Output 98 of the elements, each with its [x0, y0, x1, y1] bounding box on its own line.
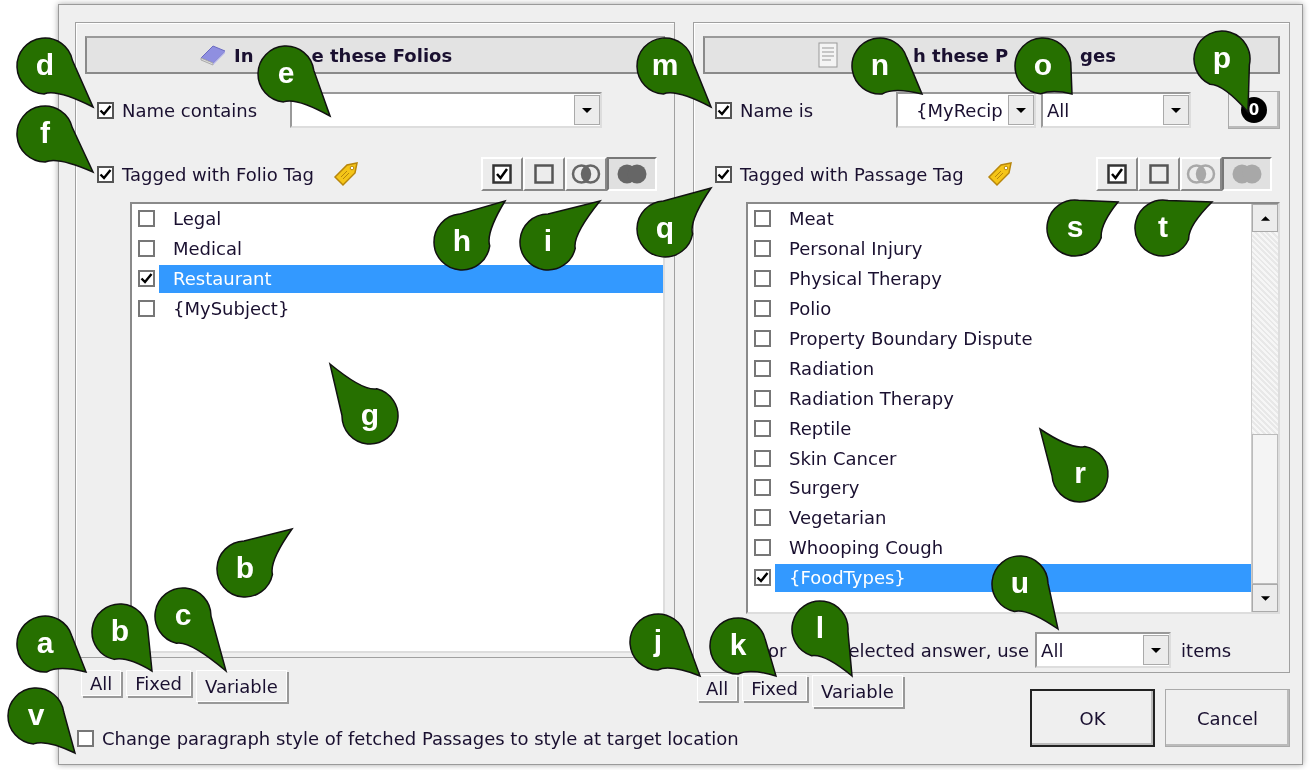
- union-icon: [1231, 163, 1263, 185]
- name-combo-box[interactable]: [290, 92, 602, 128]
- list-item[interactable]: Whooping Cough: [775, 533, 944, 562]
- callout-marker: q: [635, 186, 713, 259]
- callout-marker: f: [15, 104, 95, 174]
- checkbox[interactable]: [754, 210, 771, 228]
- list-item[interactable]: Radiation: [775, 354, 875, 383]
- intersect-icon: [1186, 163, 1216, 185]
- tab[interactable]: All: [81, 670, 122, 696]
- scrollbar[interactable]: [1251, 204, 1278, 612]
- dialog-button[interactable]: OK: [1030, 689, 1155, 747]
- caret-icon: [1015, 106, 1027, 114]
- name-combo-box[interactable]: {MyRecip: [896, 92, 1036, 128]
- empty-box-icon: [534, 164, 554, 184]
- caret-icon: [581, 106, 593, 114]
- list-item[interactable]: Reptile: [775, 414, 852, 443]
- toggle-button[interactable]: [607, 157, 657, 191]
- checkbox-icon: [1107, 164, 1127, 184]
- checkbox[interactable]: [97, 101, 114, 119]
- callout-marker: i: [518, 199, 602, 272]
- checkbox[interactable]: [754, 509, 771, 527]
- caret-icon: [1150, 646, 1163, 654]
- checkbox[interactable]: [754, 270, 771, 288]
- checkbox[interactable]: [754, 539, 771, 557]
- dialog-button[interactable]: Cancel: [1165, 689, 1290, 747]
- tab[interactable]: Fixed: [742, 675, 807, 701]
- callout-marker: m: [635, 36, 713, 109]
- tab[interactable]: All: [697, 675, 738, 701]
- checkbox[interactable]: [97, 165, 114, 183]
- checkbox[interactable]: [754, 419, 771, 437]
- header-text: h these P: [913, 44, 1009, 66]
- checkbox[interactable]: [754, 479, 771, 497]
- list-item[interactable]: Medical: [159, 234, 242, 263]
- filter-label: Tagged with Passage Tag: [740, 163, 964, 185]
- tab[interactable]: Variable: [196, 670, 287, 702]
- document-icon: [817, 42, 839, 68]
- list-item[interactable]: {MySubject}: [159, 294, 290, 323]
- list-item[interactable]: Vegetarian: [775, 503, 887, 532]
- callout-marker: b: [90, 602, 154, 673]
- callout-marker: o: [1013, 36, 1074, 96]
- checkbox[interactable]: [715, 165, 732, 183]
- checkbox[interactable]: [138, 210, 155, 228]
- checkbox[interactable]: [138, 300, 155, 318]
- callout-marker: g: [328, 362, 400, 446]
- checkbox[interactable]: [754, 330, 771, 347]
- callout-marker: c: [153, 586, 228, 673]
- items-label: items: [1181, 639, 1232, 661]
- filter-label: Name contains: [122, 99, 259, 121]
- intersect-icon: [571, 163, 601, 185]
- filter-label: Tagged with Folio Tag: [122, 163, 314, 185]
- checkbox[interactable]: [138, 270, 155, 288]
- tab[interactable]: Fixed: [126, 670, 191, 696]
- checkbox[interactable]: [754, 449, 771, 467]
- callout-marker: j: [628, 612, 702, 678]
- scroll-up-icon: [1259, 214, 1271, 222]
- empty-box-icon: [1149, 164, 1169, 184]
- list-item[interactable]: Property Boundary Dispute: [775, 324, 1033, 353]
- list-item[interactable]: Legal: [159, 204, 222, 233]
- callout-marker: v: [6, 686, 77, 755]
- callout-marker: r: [1038, 427, 1110, 504]
- list-item[interactable]: Physical Therapy: [775, 264, 942, 293]
- header-text: ges: [1080, 44, 1116, 66]
- items-combo-box[interactable]: All: [1035, 632, 1172, 668]
- filter-label: Name is: [740, 99, 815, 121]
- list-item[interactable]: Surgery: [775, 473, 860, 502]
- union-icon: [616, 163, 648, 185]
- list-item[interactable]: Radiation Therapy: [775, 384, 954, 413]
- list-item[interactable]: Meat: [775, 204, 834, 233]
- callout-marker: b: [215, 527, 294, 599]
- answer-label: or: [768, 639, 787, 661]
- tag-icon: [331, 160, 360, 188]
- checkbox[interactable]: [754, 569, 771, 587]
- checkbox[interactable]: [77, 730, 94, 747]
- list-item[interactable]: Personal Injury: [775, 234, 923, 263]
- checkbox[interactable]: [715, 101, 732, 119]
- callout-marker: h: [432, 199, 507, 272]
- checkbox[interactable]: [754, 300, 771, 318]
- callout-marker: a: [15, 614, 88, 674]
- list-item[interactable]: Skin Cancer: [775, 444, 897, 473]
- callout-marker: d: [15, 36, 95, 109]
- callout-marker: s: [1045, 198, 1120, 258]
- book-icon: [199, 44, 227, 66]
- list-item[interactable]: Polio: [775, 294, 832, 323]
- scope-combo-box[interactable]: All: [1041, 92, 1191, 128]
- header-text: e these Folios: [311, 44, 453, 66]
- option-label: Change paragraph style of fetched Passages to style at target location: [102, 728, 739, 749]
- checkbox-icon: [492, 164, 512, 184]
- checkbox[interactable]: [754, 359, 771, 377]
- tag-icon: [985, 160, 1014, 188]
- checkbox[interactable]: [754, 389, 771, 407]
- scroll-down-icon: [1259, 594, 1271, 602]
- tab[interactable]: Variable: [812, 675, 903, 707]
- caret-icon: [1170, 106, 1182, 114]
- checkbox[interactable]: [754, 240, 771, 258]
- header-text: In: [234, 44, 254, 66]
- callout-marker: t: [1133, 198, 1214, 258]
- checkbox[interactable]: [138, 240, 155, 258]
- callout-marker: u: [990, 554, 1060, 631]
